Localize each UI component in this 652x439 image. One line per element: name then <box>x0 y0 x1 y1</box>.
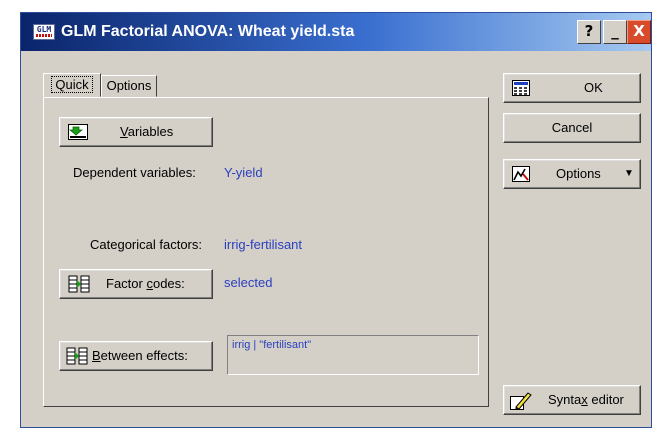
glm-app-icon: GLM <box>33 24 55 40</box>
options-button-label: Options <box>556 166 601 181</box>
close-button[interactable]: X <box>627 20 651 44</box>
ok-button-label: OK <box>584 80 603 95</box>
between-effects-button[interactable]: Between effects: <box>59 341 213 371</box>
help-button[interactable]: ? <box>577 20 601 44</box>
syntax-editor-button[interactable]: Syntax editor <box>503 385 641 415</box>
window-title: GLM Factorial ANOVA: Wheat yield.sta <box>61 23 355 40</box>
categorical-factors-value: irrig-fertilisant <box>224 237 303 252</box>
minimize-button[interactable]: _ <box>603 20 627 44</box>
chart-options-icon <box>512 166 530 182</box>
dependent-variables-label: Dependent variables: <box>73 165 196 180</box>
options-dropdown-button[interactable]: Options ▼ <box>503 159 641 189</box>
tab-quick-label: Quick <box>51 76 93 93</box>
tab-quick[interactable]: Quick <box>43 73 101 97</box>
app-icon-text: GLM <box>36 25 52 34</box>
factor-codes-button[interactable]: Factor codes: <box>59 269 213 299</box>
factor-grid-icon <box>68 275 90 293</box>
pencil-icon <box>510 392 532 410</box>
dependent-variables-value: Y-yield <box>224 165 263 180</box>
categorical-factors-label: Categorical factors: <box>90 237 202 252</box>
variables-button[interactable]: Variables <box>59 117 213 147</box>
variables-icon <box>68 124 88 140</box>
cancel-button-label: Cancel <box>551 120 593 135</box>
variables-button-label: Variables <box>120 124 174 139</box>
tab-options[interactable]: Options <box>101 75 157 97</box>
title-bar[interactable]: GLM GLM Factorial ANOVA: Wheat yield.sta… <box>21 13 651 51</box>
factor-codes-button-label: Factor codes: <box>106 276 185 291</box>
calculator-icon <box>512 80 530 96</box>
dialog-window: GLM GLM Factorial ANOVA: Wheat yield.sta… <box>20 12 652 428</box>
between-effects-field[interactable]: irrig | "fertilisant" <box>227 335 479 375</box>
factor-codes-value: selected <box>224 275 273 290</box>
ok-button[interactable]: OK <box>503 73 641 103</box>
between-effects-icon <box>66 347 88 365</box>
dropdown-arrow-icon: ▼ <box>624 168 634 179</box>
between-effects-button-label: Between effects: <box>92 348 188 363</box>
syntax-editor-button-label: Syntax editor <box>548 392 624 407</box>
cancel-button[interactable]: Cancel <box>503 113 641 143</box>
